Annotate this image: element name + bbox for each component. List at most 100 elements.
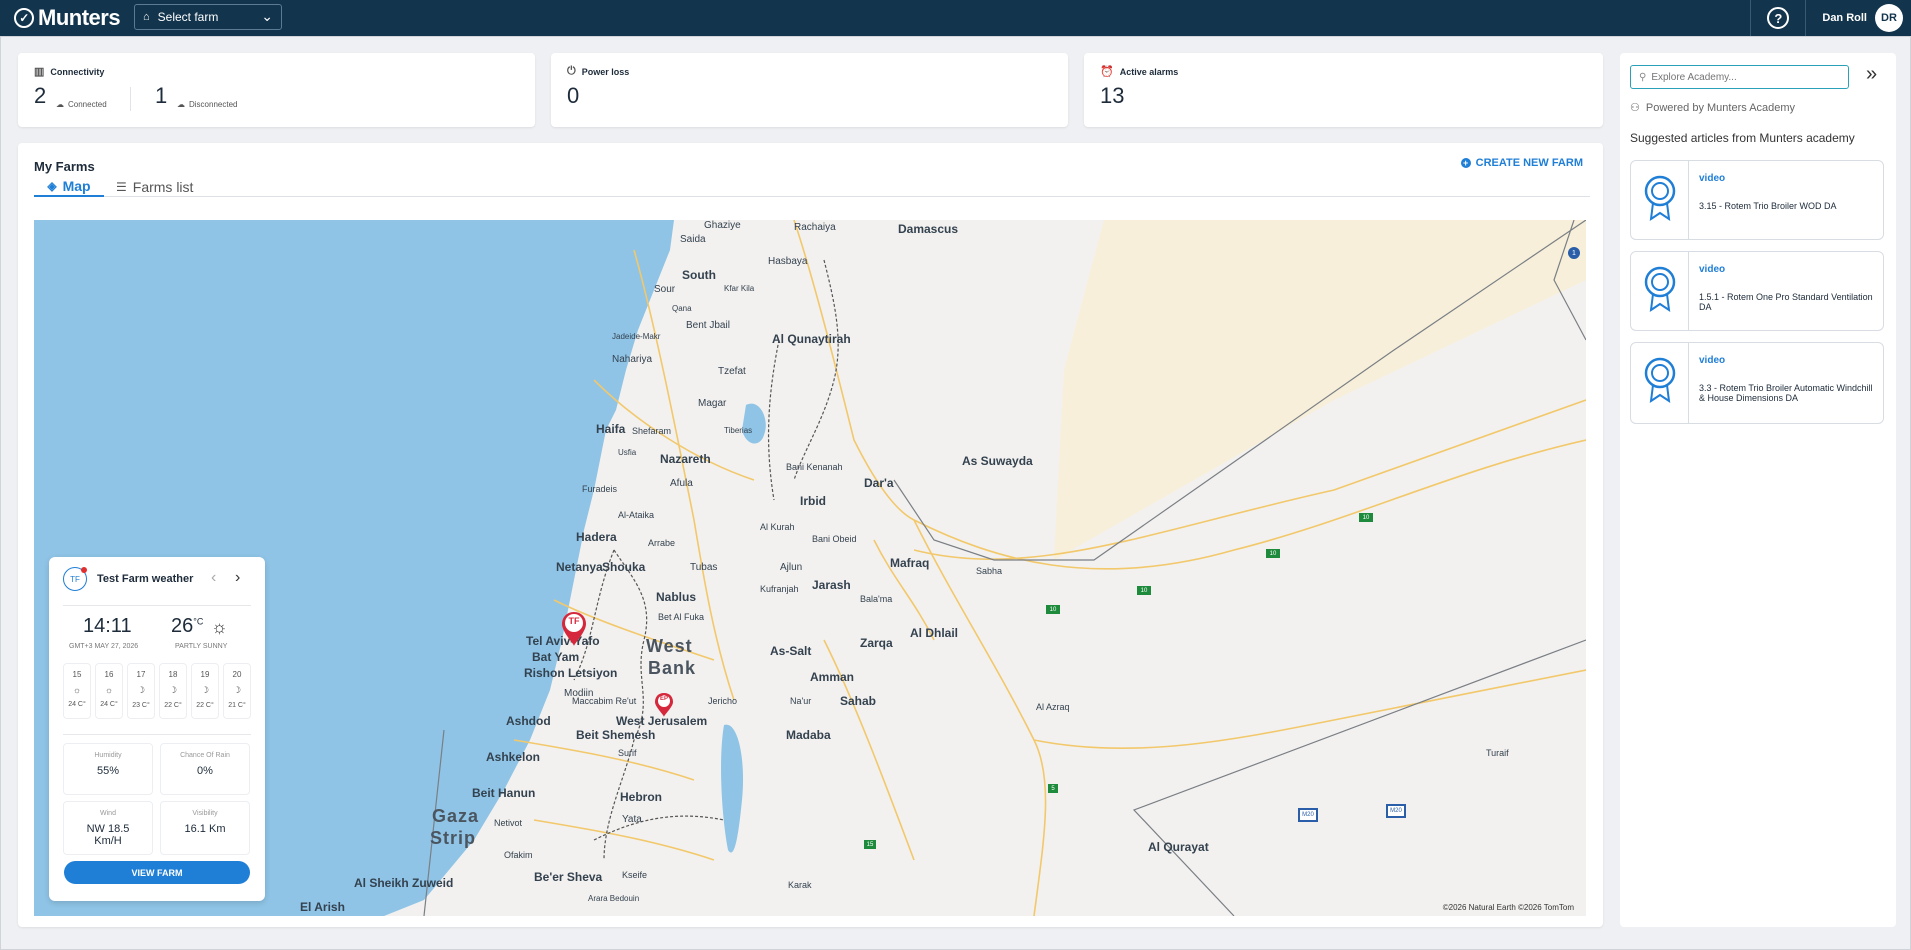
connected-count: 2 [34, 83, 47, 108]
article-card[interactable]: video 3.15 - Rotem Trio Broiler WOD DA [1630, 160, 1884, 240]
map-label: Al Kurah [760, 522, 795, 532]
map-label: Rachaiya [794, 222, 836, 233]
plus-icon: + [1460, 158, 1471, 168]
academy-search-input[interactable] [1651, 71, 1832, 83]
map-label: Tzefat [718, 366, 746, 377]
forecast-day[interactable]: 15 ☼ 24 C° [63, 663, 91, 719]
forecast-day[interactable]: 18 ☽ 22 C° [159, 663, 187, 719]
article-title: 3.15 - Rotem Trio Broiler WOD DA [1699, 201, 1837, 211]
map-label: Sour [654, 284, 676, 295]
map-label: Al Qunaytirah [772, 332, 851, 346]
stat-value: 16.1 Km [184, 823, 226, 835]
forecast-temp: 23 C° [132, 702, 150, 709]
map-label: Tiberias [724, 426, 753, 435]
map-region-label: Gaza [432, 806, 480, 826]
map-label: Dar'a [864, 476, 894, 490]
award-ribbon-icon [1631, 161, 1689, 239]
stat-label: Visibility [192, 810, 218, 817]
alert-dot [81, 567, 87, 573]
forecast-day-number: 20 [232, 670, 242, 679]
forecast-day[interactable]: 20 ☽ 21 C° [223, 663, 251, 719]
visibility-stat: Visibility 16.1 Km [160, 801, 250, 855]
map-label: Jadeide-Makr [612, 332, 661, 341]
map-label: Sabha [976, 566, 1003, 576]
moon-icon: ☽ [200, 685, 210, 695]
farm-pin-tf[interactable]: TF [560, 610, 588, 648]
chevron-left-icon[interactable]: ‹ [211, 569, 216, 587]
collapse-panel-icon[interactable]: » [1866, 63, 1877, 86]
chevron-right-icon[interactable]: › [235, 569, 240, 587]
map-label: Bet Al Fuka [658, 612, 705, 622]
map-label: Kseife [622, 870, 648, 880]
rain-stat: Chance Of Rain 0% [160, 743, 250, 795]
map-label: Al Sheikh Zuweid [354, 876, 454, 890]
forecast-temp: 21 C° [228, 702, 246, 709]
map-label: Netanya [556, 560, 603, 574]
award-ribbon-icon [1631, 343, 1689, 423]
map-label: Maccabim Re'ut [572, 696, 637, 706]
weather-time: 14:11 [83, 615, 132, 637]
stat-label: Wind [100, 810, 116, 817]
forecast-day[interactable]: 16 ☼ 24 C° [95, 663, 123, 719]
article-card[interactable]: video 3.3 - Rotem Trio Broiler Automatic… [1630, 342, 1884, 424]
map-base [34, 220, 1586, 916]
road-badge: 5 [1048, 784, 1058, 793]
map-label: Sahab [840, 694, 877, 708]
map-label: Hebron [620, 790, 662, 804]
router-icon: ▥ [34, 66, 45, 78]
tab-map[interactable]: ◈ Map [34, 176, 104, 197]
article-title: 3.3 - Rotem Trio Broiler Automatic Windc… [1699, 383, 1873, 403]
tab-map-label: Map [62, 177, 91, 194]
farms-map[interactable]: Ghaziye Rachaiya Damascus Saida Hasbaya … [34, 220, 1586, 916]
forecast-day[interactable]: 19 ☽ 22 C° [191, 663, 219, 719]
tab-farms-list[interactable]: ☰ Farms list [116, 176, 216, 197]
map-label: Arrabe [648, 538, 676, 548]
map-label: Mafraq [890, 556, 930, 570]
road-badge: M20 [1386, 804, 1406, 818]
avatar[interactable]: DR [1875, 4, 1903, 32]
help-icon[interactable]: ? [1767, 7, 1790, 29]
connectivity-card[interactable]: ▥ Connectivity 2 ☁ Connected 1 ☁ Disconnect… [18, 53, 535, 127]
map-label: As Suwayda [962, 454, 1033, 468]
map-label: Nahariya [612, 354, 653, 365]
alarm-icon: ⏰ [1100, 66, 1114, 78]
article-card[interactable]: video 1.5.1 - Rotem One Pro Standard Ven… [1630, 251, 1884, 331]
forecast-day-number: 15 [72, 670, 82, 679]
powered-by-label: Powered by Munters Academy [1645, 101, 1796, 114]
farm-pin-ep[interactable]: EP [654, 692, 674, 718]
cloud-icon: ☁ [56, 100, 64, 109]
forecast-temp: 24 C° [100, 701, 118, 708]
create-new-farm-button[interactable]: + CREATE NEW FARM [1460, 157, 1583, 169]
chevron-down-icon: ⌄ [261, 8, 273, 24]
map-label: Al Dhlail [910, 626, 959, 640]
power-loss-card[interactable]: ⏻ Power loss 0 [551, 53, 1068, 127]
award-ribbon-icon [1631, 252, 1689, 330]
disconnected-count: 1 [155, 83, 168, 108]
map-label: Hasbaya [768, 256, 808, 267]
moon-icon: ☽ [232, 685, 242, 695]
user-name[interactable]: Dan Roll [1822, 12, 1867, 24]
map-region-label: Strip [430, 828, 477, 848]
view-farm-button[interactable]: VIEW FARM [64, 861, 250, 884]
map-label: Al Qurayat [1148, 840, 1209, 854]
power-icon: ⏻ [567, 65, 576, 77]
power-loss-title: Power loss [581, 66, 630, 77]
wind-stat: Wind NW 18.5 Km/H [63, 801, 153, 855]
map-label: Jericho [708, 696, 738, 706]
suggested-heading: Suggested articles from Munters academy [1630, 131, 1855, 145]
academy-search[interactable]: ⚲ [1630, 65, 1849, 89]
list-icon: ☰ [116, 179, 127, 194]
farm-select[interactable]: ⌂ Select farm ⌄ [134, 4, 282, 30]
munters-logo[interactable]: ✓ Munters [14, 5, 121, 31]
active-alarms-title: Active alarms [1119, 66, 1179, 77]
active-alarms-card[interactable]: ⏰ Active alarms 13 [1084, 53, 1603, 127]
map-label: Furadeis [582, 484, 618, 494]
farm-icon: ⌂ [143, 11, 150, 23]
map-label: Nazareth [660, 452, 711, 466]
my-farms-title: My Farms [34, 159, 95, 174]
divider [63, 605, 251, 606]
map-label: Zarqa [860, 636, 893, 650]
map-label: Ashkelon [486, 750, 541, 764]
forecast-day-number: 19 [200, 670, 210, 679]
forecast-day[interactable]: 17 ☽ 23 C° [127, 663, 155, 719]
